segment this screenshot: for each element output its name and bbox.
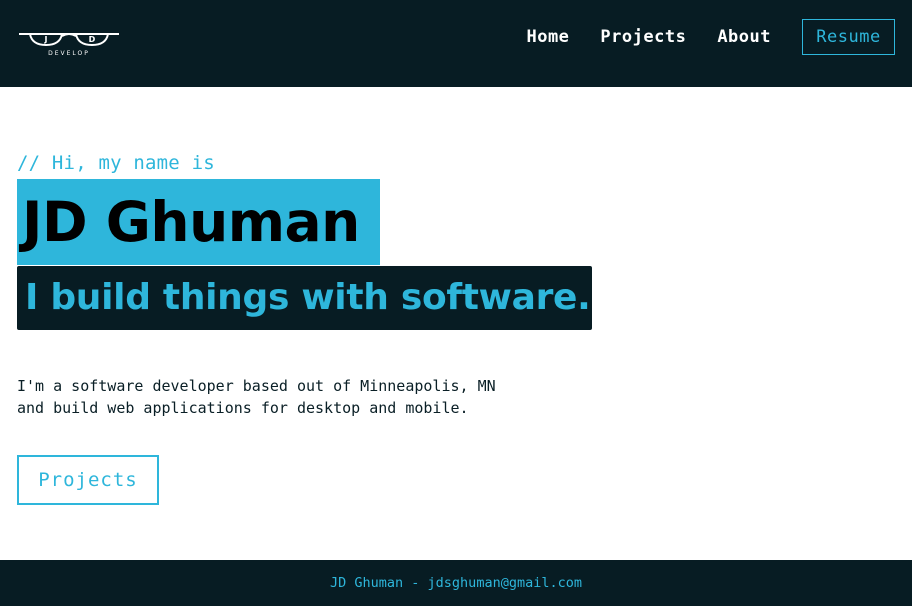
tagline-highlight: I build things with software. — [17, 266, 592, 330]
hero-name: JD Ghuman — [22, 189, 360, 254]
main-nav: Home Projects About Resume — [495, 19, 895, 55]
projects-cta-button[interactable]: Projects — [17, 455, 159, 505]
logo-subtext: DEVELOP — [48, 50, 90, 57]
description-line-1: I'm a software developer based out of Mi… — [17, 377, 496, 395]
logo-letter-left: J — [44, 35, 48, 44]
hero-description: I'm a software developer based out of Mi… — [17, 375, 496, 419]
logo[interactable]: J D DEVELOP — [18, 27, 120, 59]
glasses-icon: J D DEVELOP — [19, 33, 119, 57]
description-line-2: and build web applications for desktop a… — [17, 399, 469, 417]
resume-button[interactable]: Resume — [802, 19, 895, 55]
intro-text: // Hi, my name is — [17, 152, 215, 174]
footer-text: JD Ghuman - jdsghuman@gmail.com — [330, 575, 582, 591]
nav-home-link[interactable]: Home — [526, 27, 569, 47]
site-header: J D DEVELOP Home Projects About Resume — [0, 0, 912, 87]
name-highlight: JD Ghuman — [17, 179, 380, 265]
hero-tagline: I build things with software. — [25, 277, 591, 318]
nav-projects-link[interactable]: Projects — [600, 27, 686, 47]
logo-letter-right: D — [89, 35, 96, 44]
nav-about-link[interactable]: About — [717, 27, 771, 47]
site-footer: JD Ghuman - jdsghuman@gmail.com — [0, 560, 912, 606]
